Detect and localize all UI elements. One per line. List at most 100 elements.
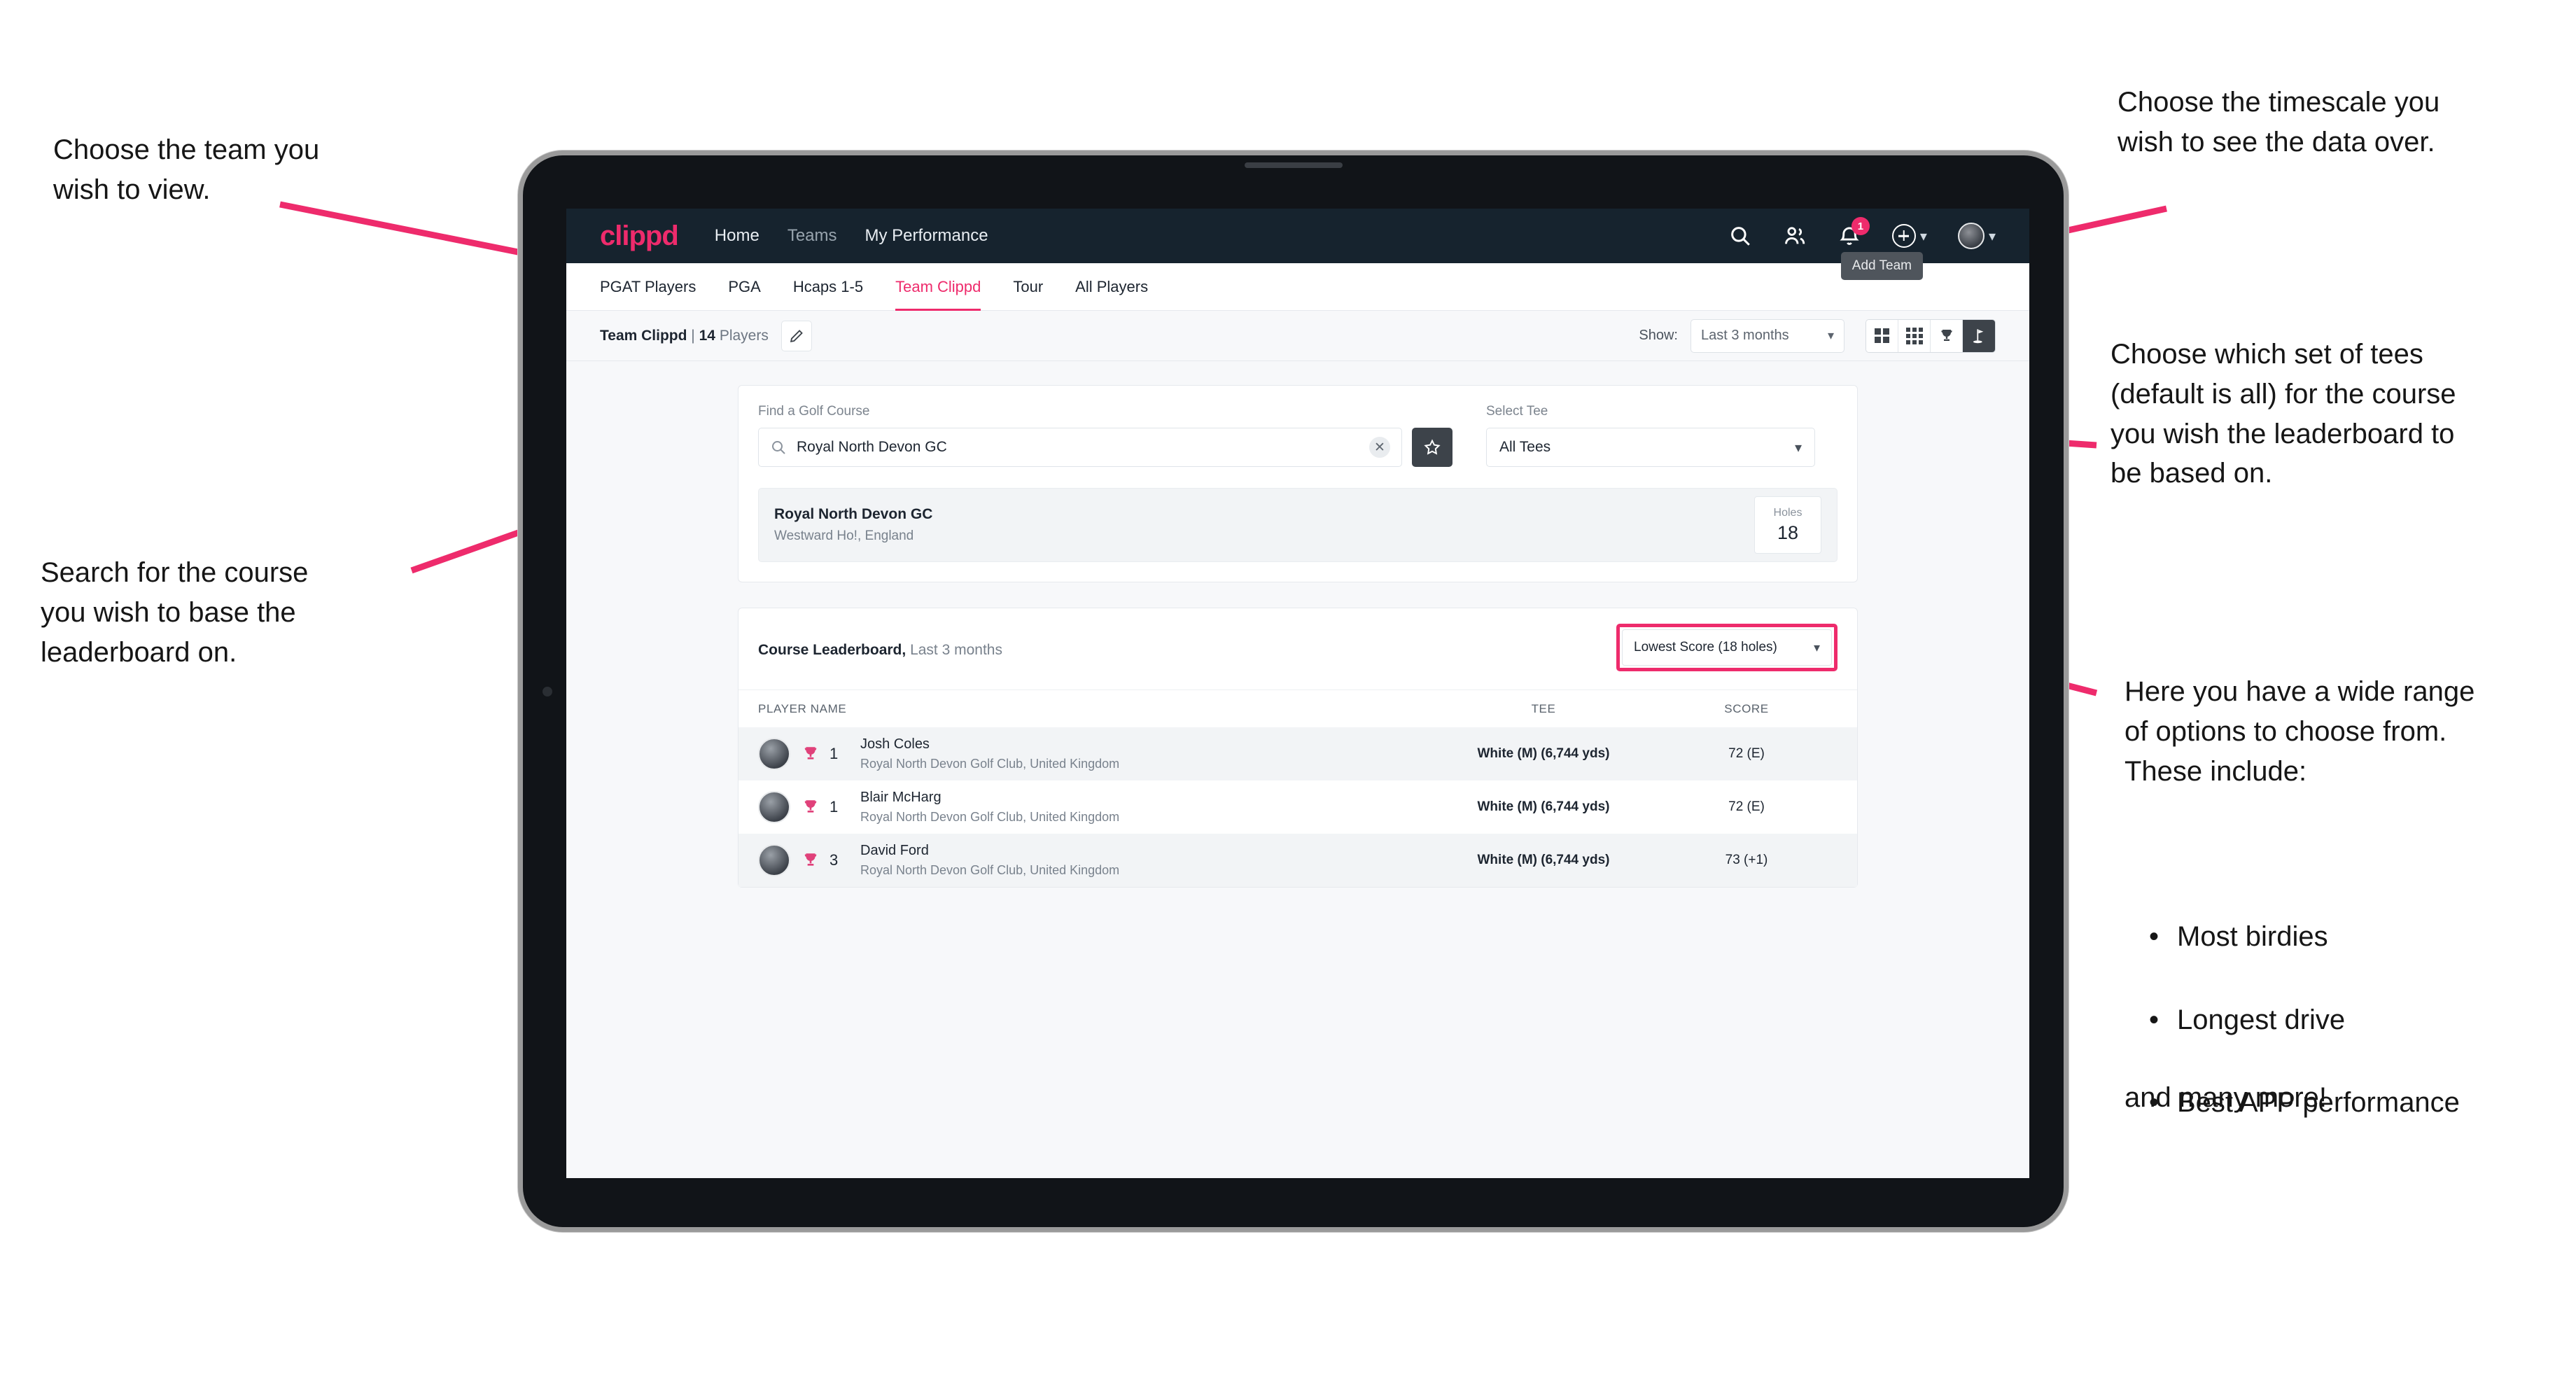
player-name: Josh Coles: [860, 736, 930, 752]
trophy-view-button[interactable]: [1931, 319, 1963, 352]
course-search-row: Find a Golf Course Royal North Devon GC …: [738, 386, 1857, 488]
player-info: Blair McHarg Royal North Devon Golf Club…: [860, 790, 1119, 825]
account-menu-button[interactable]: ▾: [1957, 223, 1996, 249]
list-item: • Most birdies: [2149, 915, 2460, 958]
grid-9-view-button[interactable]: [1898, 319, 1931, 352]
timescale-value: Last 3 months: [1701, 328, 1789, 343]
annotation-choose-timescale: Choose the timescale you wish to see the…: [2118, 87, 2440, 158]
chevron-down-icon[interactable]: ▾: [1828, 328, 1834, 343]
avatar[interactable]: [1957, 223, 1984, 249]
course-holes-badge: Holes 18: [1754, 496, 1821, 554]
tab-pga[interactable]: PGA: [728, 263, 760, 311]
score-cell: 72 (E): [1728, 799, 1765, 814]
player-cell: 3 David Ford Royal North Devon Golf Club…: [758, 843, 1432, 878]
notification-badge: 1: [1851, 217, 1870, 235]
plus-circle-icon[interactable]: [1891, 224, 1916, 248]
course-view-button[interactable]: [1963, 319, 1995, 352]
clippd-logo[interactable]: clippd: [600, 220, 679, 252]
player-rank: 3: [830, 851, 839, 869]
course-search-value: Royal North Devon GC: [797, 439, 947, 455]
tee-select[interactable]: All Tees ▾: [1486, 428, 1815, 467]
nav-link-teams[interactable]: Teams: [788, 226, 837, 246]
tab-team-clippd[interactable]: Team Clippd: [895, 263, 981, 311]
add-menu-button[interactable]: ▾: [1891, 224, 1927, 248]
tee-cell: White (M) (6,744 yds): [1477, 746, 1610, 761]
team-name: Team Clippd: [600, 327, 687, 344]
player-cell: 1 Blair McHarg Royal North Devon Golf Cl…: [758, 790, 1432, 825]
notifications-button[interactable]: 1: [1837, 217, 1870, 248]
team-tabs-bar: PGAT Players PGA Hcaps 1-5 Team Clippd T…: [566, 252, 2029, 311]
avatar: [758, 844, 790, 876]
tab-tour[interactable]: Tour: [1013, 263, 1043, 311]
trophy-icon: [1938, 328, 1955, 344]
player-club: Royal North Devon Golf Club, United King…: [860, 810, 1120, 824]
course-result-text: Royal North Devon GC Westward Ho!, Engla…: [774, 506, 932, 544]
chevron-down-icon[interactable]: ▾: [1989, 227, 1996, 245]
pencil-icon[interactable]: [789, 328, 804, 344]
top-navigation-bar: clippd Home Teams My Performance 1 ▾ ▾: [566, 209, 2029, 263]
close-icon[interactable]: ✕: [1369, 437, 1390, 458]
view-toggle-group: [1865, 318, 1996, 353]
tab-hcaps-1-5[interactable]: Hcaps 1-5: [793, 263, 863, 311]
nav-link-my-performance[interactable]: My Performance: [865, 226, 988, 246]
annotation-options-outro: and many more!: [2124, 1082, 2328, 1113]
table-row[interactable]: 1 Blair McHarg Royal North Devon Golf Cl…: [738, 780, 1857, 834]
player-club: Royal North Devon Golf Club, United King…: [860, 863, 1120, 877]
leaderboard-sort-select[interactable]: Lowest Score (18 holes) ▾: [1622, 629, 1832, 666]
score-cell: 72 (E): [1728, 746, 1765, 761]
chevron-down-icon[interactable]: ▾: [1814, 640, 1820, 655]
leaderboard-header: Course Leaderboard, Last 3 months Lowest…: [738, 608, 1857, 690]
list-item-label: Most birdies: [2177, 920, 2328, 952]
tee-cell: White (M) (6,744 yds): [1477, 799, 1610, 814]
course-result-location: Westward Ho!, England: [774, 528, 914, 543]
course-result-name: Royal North Devon GC: [774, 506, 933, 522]
holes-value: 18: [1777, 522, 1799, 543]
list-item-label: Longest drive: [2177, 1004, 2346, 1035]
course-search-input[interactable]: Royal North Devon GC ✕: [758, 428, 1402, 467]
nav-link-home[interactable]: Home: [715, 226, 760, 246]
chevron-down-icon[interactable]: ▾: [1795, 439, 1802, 456]
team-player-count: 14: [699, 327, 715, 344]
timescale-select[interactable]: Last 3 months ▾: [1690, 318, 1844, 353]
holes-label: Holes: [1773, 506, 1802, 519]
tee-select-label: Select Tee: [1486, 404, 1548, 419]
player-rank: 1: [830, 745, 839, 762]
grid-9-icon: [1905, 327, 1923, 344]
leaderboard-sort-value: Lowest Score (18 holes): [1634, 640, 1777, 654]
team-toolbar: Team Clippd | 14 Players Show: Last 3 mo…: [566, 311, 2029, 361]
people-icon[interactable]: [1783, 224, 1807, 248]
tee-select-field: Select Tee All Tees ▾: [1486, 404, 1815, 467]
trophy-icon: [802, 851, 820, 869]
table-row[interactable]: 1 Josh Coles Royal North Devon Golf Club…: [738, 727, 1857, 780]
course-search-label: Find a Golf Course: [758, 404, 870, 419]
chevron-down-icon[interactable]: ▾: [1920, 227, 1927, 245]
player-name: Blair McHarg: [860, 790, 941, 805]
show-label: Show:: [1639, 328, 1678, 343]
grid-4-icon: [1875, 328, 1889, 343]
favourite-course-button[interactable]: [1412, 428, 1452, 467]
player-club: Royal North Devon Golf Club, United King…: [860, 757, 1120, 771]
annotation-options-list: • Most birdies • Longest drive • Best APP p…: [2149, 875, 2460, 1164]
bullet-dot: •: [2149, 920, 2160, 952]
nav-actions: 1 ▾ ▾: [1728, 217, 1996, 249]
avatar: [758, 738, 790, 770]
toolbar-right: Show: Last 3 months ▾: [1639, 318, 1996, 353]
front-camera: [1244, 162, 1343, 168]
player-info: Josh Coles Royal North Devon Golf Club, …: [860, 736, 1119, 771]
team-separator: |: [691, 327, 695, 344]
player-name: David Ford: [860, 843, 929, 858]
trophy-icon: [802, 745, 820, 763]
course-result-card[interactable]: Royal North Devon GC Westward Ho!, Engla…: [758, 488, 1837, 562]
annotation-search-course: Search for the course you wish to base t…: [41, 557, 309, 668]
grid-4-view-button[interactable]: [1866, 319, 1898, 352]
add-team-tooltip: Add Team: [1840, 252, 1923, 280]
golf-flag-icon: [1970, 328, 1987, 344]
edit-team-button[interactable]: [780, 320, 812, 351]
player-rank: 1: [830, 798, 839, 816]
tab-all-players[interactable]: All Players: [1075, 263, 1148, 311]
table-row[interactable]: 3 David Ford Royal North Devon Golf Club…: [738, 834, 1857, 887]
list-item: • Longest drive: [2149, 998, 2460, 1042]
trophy-icon: [802, 798, 820, 816]
tab-pgat-players[interactable]: PGAT Players: [600, 263, 696, 311]
search-icon[interactable]: [1728, 224, 1752, 248]
